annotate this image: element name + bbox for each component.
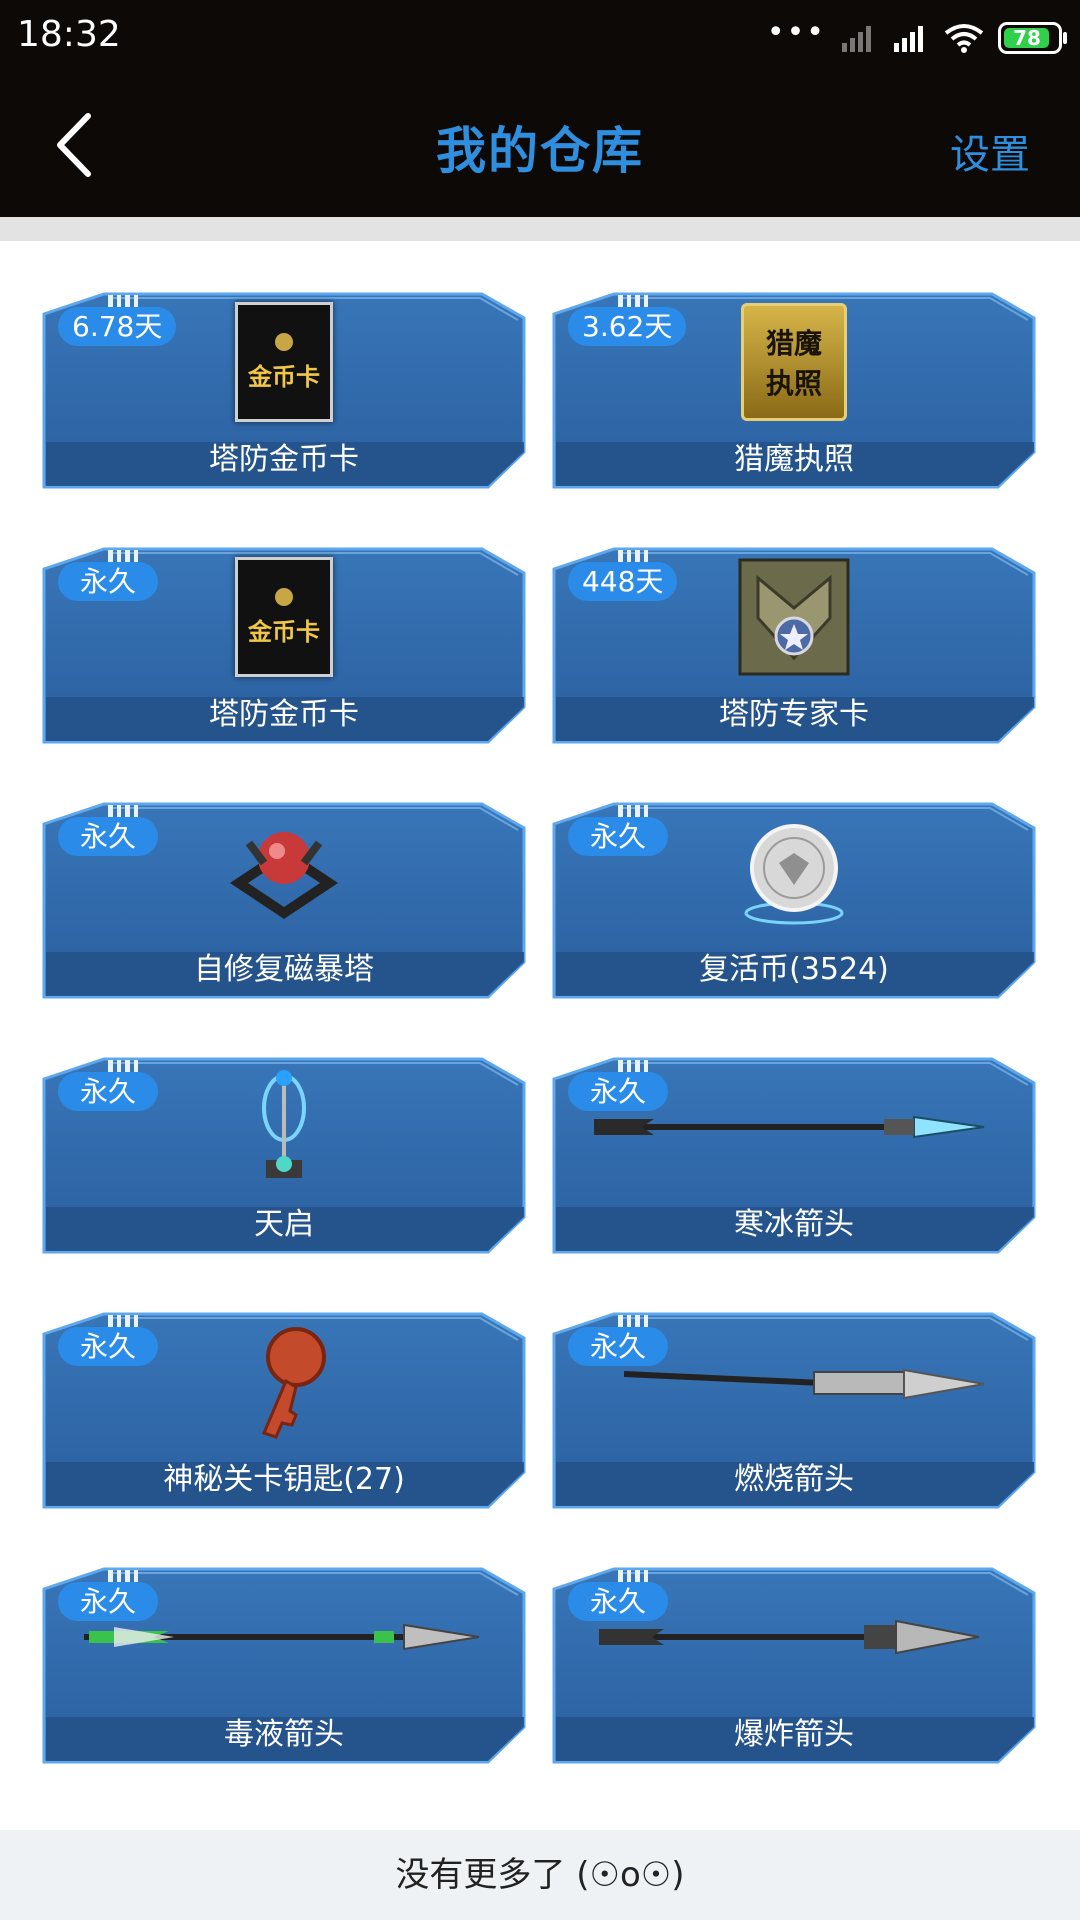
duration-badge: 3.62天: [568, 307, 687, 346]
page-title: 我的仓库: [436, 122, 644, 180]
inventory-card[interactable]: 永久 寒冰箭头: [552, 1057, 1036, 1254]
duration-badge: 永久: [58, 817, 158, 856]
battery-level: 78: [1013, 26, 1041, 50]
gold-card-text: 金币卡: [248, 362, 320, 391]
item-name: 复活币(3524): [699, 952, 889, 987]
license-text-2: 执照: [765, 367, 822, 400]
item-name: 塔防金币卡: [209, 697, 359, 732]
no-signal-icon: [842, 26, 871, 52]
duration-badge: 6.78天: [58, 307, 177, 346]
settings-button[interactable]: 设置: [950, 122, 1030, 180]
inventory-card[interactable]: 永久 毒液箭头: [42, 1567, 526, 1764]
item-name: 自修复磁暴塔: [194, 952, 374, 987]
duration-badge: 永久: [58, 562, 158, 601]
item-name: 毒液箭头: [224, 1717, 344, 1752]
battery-icon: 78: [998, 22, 1067, 54]
clock: 18:32: [17, 14, 121, 55]
item-name: 猎魔执照: [734, 442, 854, 477]
self-repair-tesla-tower-icon: [219, 812, 349, 932]
inventory-card[interactable]: 6.78天金币卡塔防金币卡: [42, 292, 526, 489]
item-name: 神秘关卡钥匙(27): [163, 1462, 405, 1497]
burning-arrow-icon: [584, 1322, 1004, 1442]
duration-badge: 永久: [58, 1327, 158, 1366]
signal-icon: [894, 26, 923, 52]
inventory-card[interactable]: 永久天启: [42, 1057, 526, 1254]
venom-arrow-icon: [74, 1577, 494, 1697]
header-divider: [0, 217, 1080, 241]
item-name: 寒冰箭头: [734, 1207, 854, 1242]
demon-hunter-license-icon: 猎魔 执照: [741, 302, 847, 422]
item-name: 天启: [254, 1207, 314, 1242]
item-name: 燃烧箭头: [734, 1462, 854, 1497]
inventory-card[interactable]: 448天塔防专家卡: [552, 547, 1036, 744]
license-text-1: 猎魔: [765, 327, 822, 360]
explosive-arrow-icon: [584, 1577, 1004, 1697]
item-name: 爆炸箭头: [734, 1717, 854, 1752]
title-bar: 我的仓库 设置: [0, 75, 1080, 217]
status-bar: 18:32 ••• 78: [0, 0, 1080, 75]
gold-card-text: 金币卡: [248, 617, 320, 646]
inventory-card[interactable]: 永久 燃烧箭头: [552, 1312, 1036, 1509]
apocalypse-tower-icon: [244, 1067, 324, 1187]
inventory-card[interactable]: 永久神秘关卡钥匙(27): [42, 1312, 526, 1509]
inventory-card[interactable]: 永久复活币(3524): [552, 802, 1036, 999]
mystery-level-key-icon: [234, 1322, 334, 1442]
revive-coin-icon: [739, 812, 849, 932]
gold-coin-card-icon: 金币卡: [235, 302, 333, 422]
inventory-card[interactable]: 永久金币卡塔防金币卡: [42, 547, 526, 744]
inventory-card[interactable]: 3.62天 猎魔 执照 猎魔执照: [552, 292, 1036, 489]
wifi-icon: [944, 24, 984, 53]
item-name: 塔防金币卡: [209, 442, 359, 477]
no-more-footer: 没有更多了 (☉o☉): [0, 1830, 1080, 1920]
tower-defense-expert-card-icon: [738, 557, 850, 677]
duration-badge: 永久: [568, 817, 668, 856]
inventory-card[interactable]: 永久 爆炸箭头: [552, 1567, 1036, 1764]
item-name: 塔防专家卡: [719, 697, 869, 732]
status-icons: ••• 78: [766, 15, 1067, 58]
duration-badge: 448天: [568, 562, 678, 601]
gold-coin-card-icon: 金币卡: [235, 557, 333, 677]
inventory-card[interactable]: 永久自修复磁暴塔: [42, 802, 526, 999]
more-dots-icon: •••: [766, 15, 826, 50]
ice-arrow-icon: [584, 1067, 1004, 1187]
duration-badge: 永久: [58, 1072, 158, 1111]
inventory-grid: 6.78天 金币卡 塔防金币卡 3.62天 猎魔 执照 猎魔执照 永久 金币卡 塔防金币卡 448天…: [42, 292, 1039, 1764]
